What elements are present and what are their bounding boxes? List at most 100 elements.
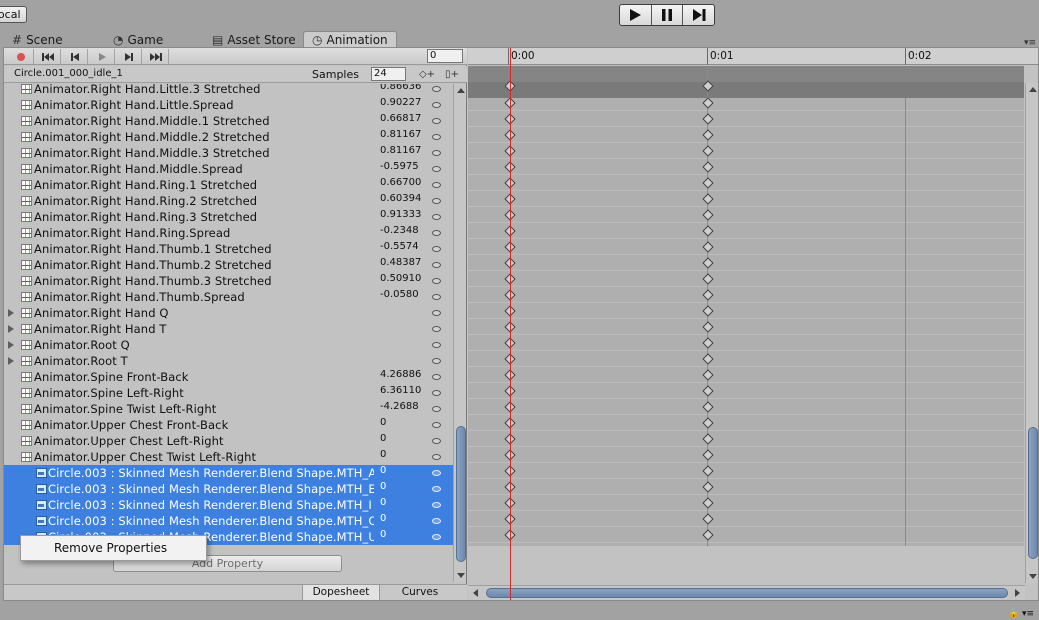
pivot-space-button[interactable]: Local (0, 6, 27, 23)
scroll-down-arrow-icon[interactable] (457, 573, 465, 578)
keyframe-toggle-icon[interactable] (432, 246, 441, 252)
keyframe-track[interactable] (468, 495, 1024, 511)
keyframe-toggle-icon[interactable] (432, 230, 441, 236)
tab-asset-store[interactable]: ▤ Asset Store (212, 32, 296, 48)
expand-arrow-icon[interactable] (8, 325, 14, 333)
property-row[interactable]: Animator.Right Hand.Middle.3 Stretched 0.… (4, 145, 453, 161)
property-value[interactable]: -4.2688 (380, 401, 419, 412)
property-row[interactable]: Animator.Spine Front-Back 4.26886 (4, 369, 453, 385)
property-row[interactable]: Animator.Right Hand.Ring.2 Stretched 0.60… (4, 193, 453, 209)
property-value[interactable]: -0.2348 (380, 225, 419, 236)
scroll-up-arrow-icon[interactable] (1029, 87, 1037, 92)
keyframe-track[interactable] (468, 335, 1024, 351)
playhead-line[interactable] (510, 48, 511, 600)
keyframe-toggle-icon[interactable] (432, 182, 441, 188)
tab-animation[interactable]: ◷ Animation (303, 31, 397, 48)
property-row[interactable]: Animator.Right Hand.Middle.1 Stretched 0.… (4, 113, 453, 129)
tab-curves[interactable]: Curves (390, 585, 450, 600)
keyframe-toggle-icon[interactable] (432, 486, 441, 492)
keyframe-toggle-icon[interactable] (432, 294, 441, 300)
property-value[interactable]: 0.48387 (380, 257, 421, 268)
property-value[interactable]: 0.91333 (380, 209, 421, 220)
keyframe-track[interactable] (468, 399, 1024, 415)
property-row[interactable]: Circle.003 : Skinned Mesh Renderer.Blend… (4, 497, 453, 513)
property-row[interactable]: Animator.Right Hand.Ring.Spread -0.2348 (4, 225, 453, 241)
samples-field[interactable]: 24 (371, 67, 406, 81)
keyframe-tracks[interactable] (468, 98, 1024, 546)
time-ruler[interactable]: 0:00 0:01 0:02 (468, 48, 1038, 65)
play-animation-button[interactable] (89, 49, 115, 64)
property-row[interactable]: Animator.Right Hand.Middle.2 Stretched 0.… (4, 129, 453, 145)
property-value[interactable]: 0 (380, 465, 386, 476)
pause-button[interactable] (651, 5, 684, 25)
keyframe-track[interactable] (468, 98, 1024, 111)
property-row[interactable]: Animator.Right Hand Q (4, 305, 453, 321)
keyframe-track[interactable] (468, 159, 1024, 175)
keyframe-toggle-icon[interactable] (432, 438, 441, 444)
keyframe-track[interactable] (468, 527, 1024, 543)
keyframe-track[interactable] (468, 351, 1024, 367)
property-value[interactable]: -0.5574 (380, 241, 419, 252)
property-row[interactable]: Animator.Spine Twist Left-Right -4.2688 (4, 401, 453, 417)
scrollbar-thumb[interactable] (1028, 427, 1038, 559)
scroll-up-arrow-icon[interactable] (457, 88, 465, 93)
scroll-left-arrow-icon[interactable] (473, 589, 478, 597)
keyframe-track[interactable] (468, 383, 1024, 399)
keyframe-toggle-icon[interactable] (432, 358, 441, 364)
add-keyframe-button[interactable]: ◇+ (417, 67, 437, 82)
property-row[interactable]: Animator.Upper Chest Front-Back 0 (4, 417, 453, 433)
property-row[interactable]: Animator.Upper Chest Left-Right 0 (4, 433, 453, 449)
property-value[interactable]: 0.66700 (380, 177, 421, 188)
property-value[interactable]: 0 (380, 433, 386, 444)
property-row[interactable]: Animator.Spine Left-Right 6.36110 (4, 385, 453, 401)
current-frame-field[interactable]: 0 (427, 49, 463, 63)
keyframe-toggle-icon[interactable] (432, 198, 441, 204)
keyframe-track[interactable] (468, 223, 1024, 239)
expand-arrow-icon[interactable] (8, 341, 14, 349)
tab-game[interactable]: ◔ Game (113, 32, 163, 48)
property-row[interactable]: Animator.Right Hand.Ring.1 Stretched 0.66… (4, 177, 453, 193)
scrollbar-thumb[interactable] (486, 588, 1008, 598)
keyframe-track[interactable] (468, 207, 1024, 223)
property-row[interactable]: Animator.Right Hand.Middle.Spread -0.5975 (4, 161, 453, 177)
keyframe-track[interactable] (468, 367, 1024, 383)
property-value[interactable]: 4.26886 (380, 369, 421, 380)
property-value[interactable]: 0 (380, 417, 386, 428)
keyframe-track[interactable] (468, 319, 1024, 335)
play-button[interactable] (620, 5, 652, 25)
keyframe-track[interactable] (468, 543, 1024, 546)
scroll-down-arrow-icon[interactable] (1029, 574, 1037, 579)
add-event-button[interactable]: ▯+ (442, 67, 462, 82)
property-value[interactable]: 0.90227 (380, 97, 421, 108)
step-button[interactable] (683, 5, 714, 25)
keyframe-track[interactable] (468, 111, 1024, 127)
keyframe-toggle-icon[interactable] (432, 454, 441, 460)
property-value[interactable]: 0 (380, 497, 386, 508)
keyframe-track[interactable] (468, 447, 1024, 463)
tab-dopesheet[interactable]: Dopesheet (302, 585, 380, 600)
keyframe-track[interactable] (468, 287, 1024, 303)
property-value[interactable]: 0.66817 (380, 113, 421, 124)
keyframe-track[interactable] (468, 479, 1024, 495)
keyframe-toggle-icon[interactable] (432, 390, 441, 396)
first-keyframe-button[interactable] (35, 49, 61, 64)
keyframe-toggle-icon[interactable] (432, 134, 441, 140)
property-value[interactable]: -0.0580 (380, 289, 419, 300)
property-row[interactable]: Animator.Right Hand.Ring.3 Stretched 0.91… (4, 209, 453, 225)
keyframe-toggle-icon[interactable] (432, 214, 441, 220)
keyframe-toggle-icon[interactable] (432, 342, 441, 348)
property-row[interactable]: Circle.003 : Skinned Mesh Renderer.Blend… (4, 513, 453, 529)
keyframe-toggle-icon[interactable] (432, 278, 441, 284)
keyframe-track[interactable] (468, 463, 1024, 479)
property-value[interactable]: 6.36110 (380, 385, 421, 396)
property-row[interactable]: Animator.Upper Chest Twist Left-Right 0 (4, 449, 453, 465)
keyframe-track[interactable] (468, 415, 1024, 431)
keyframe-track[interactable] (468, 271, 1024, 287)
dopesheet-horizontal-scrollbar[interactable] (468, 585, 1025, 600)
keyframe-toggle-icon[interactable] (432, 86, 441, 92)
property-value[interactable]: 0 (380, 449, 386, 460)
clip-selector[interactable]: Circle.001_000_idle_1 (14, 68, 123, 79)
property-value[interactable]: 0 (380, 513, 386, 524)
property-list-scrollbar[interactable] (453, 84, 466, 582)
remove-properties-menu-item[interactable]: Remove Properties (54, 541, 167, 555)
